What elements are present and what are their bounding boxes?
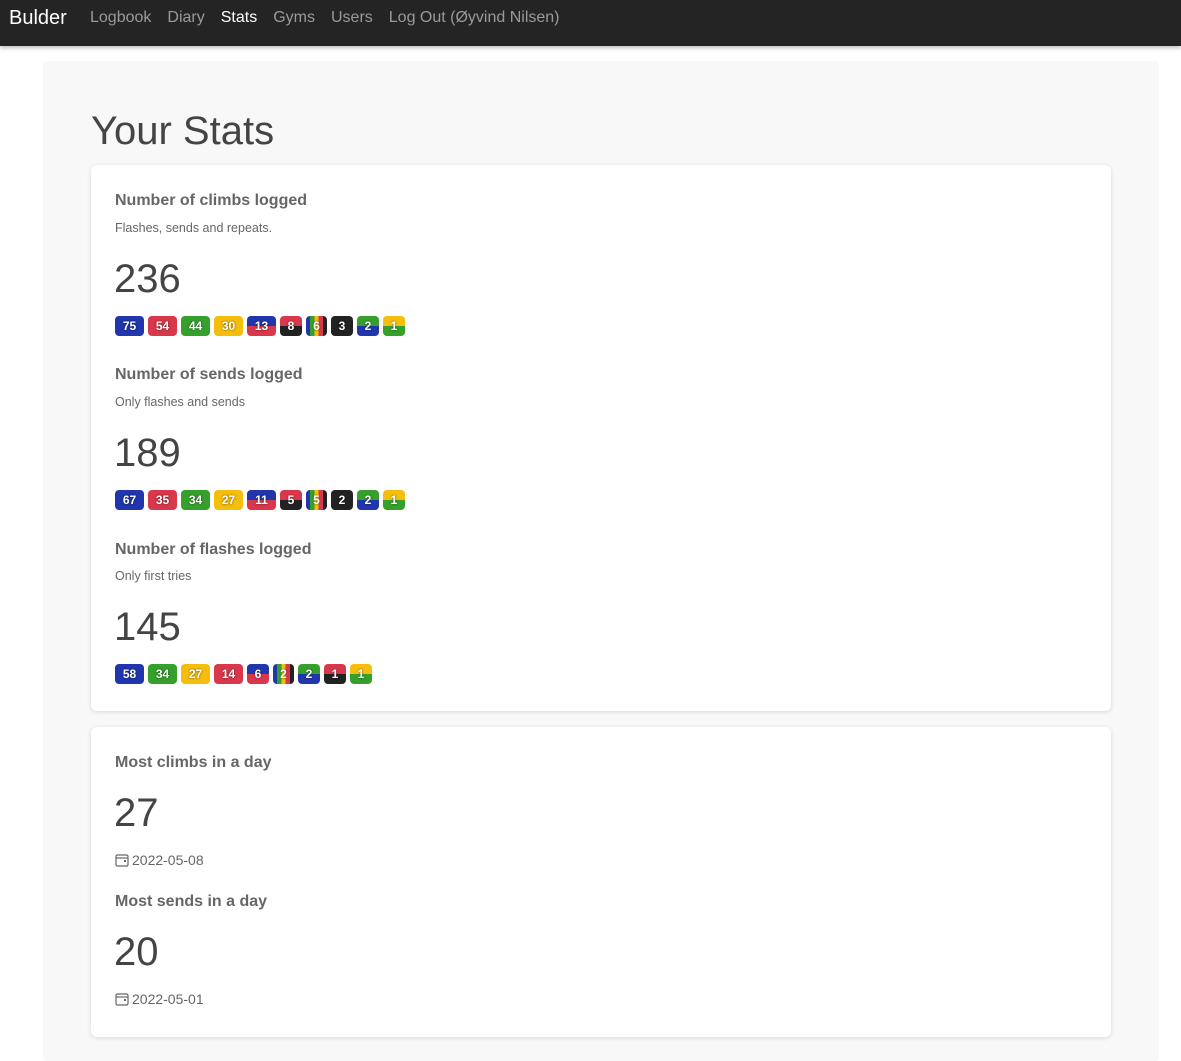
stat-description: Flashes, sends and repeats. — [115, 221, 273, 235]
calendar-icon — [115, 993, 129, 1006]
grade-badges: 58 34 27 14 6 2 2 1 1 — [115, 664, 372, 684]
grade-badge: 2 — [273, 664, 294, 684]
stat-description: Only first tries — [115, 569, 192, 583]
grade-badges: 75 54 44 30 13 8 6 3 2 1 — [115, 316, 405, 336]
record-date-text: 2022-05-08 — [132, 852, 204, 868]
grade-badge: 6 — [247, 664, 269, 684]
nav-link-users[interactable]: Users — [331, 9, 373, 27]
stat-label: Number of flashes logged — [115, 541, 312, 558]
record-value: 27 — [114, 791, 159, 835]
grade-badge: 35 — [148, 490, 177, 510]
top-navbar: Bulder Logbook Diary Stats Gyms Users Lo… — [0, 0, 1181, 46]
grade-badge: 2 — [298, 664, 320, 684]
stat-value: 145 — [114, 605, 181, 649]
record-label: Most climbs in a day — [115, 754, 272, 771]
nav-link-gyms[interactable]: Gyms — [273, 9, 315, 27]
record-value: 20 — [114, 930, 159, 974]
grade-badge: 13 — [247, 316, 276, 336]
grade-badge: 34 — [148, 664, 177, 684]
record-date: 2022-05-08 — [115, 852, 204, 868]
brand-link[interactable]: Bulder — [9, 7, 67, 30]
stat-value: 236 — [114, 257, 181, 301]
grade-badge: 5 — [306, 490, 327, 510]
grade-badge: 2 — [357, 316, 379, 336]
stat-description: Only flashes and sends — [115, 395, 245, 409]
stat-label: Number of sends logged — [115, 366, 303, 383]
records-card: Most climbs in a day 27 2022-05-08 Most … — [91, 727, 1111, 1037]
calendar-icon — [115, 854, 129, 867]
grade-badge: 58 — [115, 664, 144, 684]
grade-badge: 11 — [247, 490, 276, 510]
main-container: Your Stats Number of climbs logged Flash… — [43, 61, 1159, 1061]
nav-link-logbook[interactable]: Logbook — [90, 9, 151, 27]
grade-badge: 5 — [280, 490, 302, 510]
nav-link-stats[interactable]: Stats — [221, 9, 257, 27]
stat-label: Number of climbs logged — [115, 192, 308, 209]
stat-value: 189 — [114, 431, 181, 475]
grade-badge: 1 — [324, 664, 346, 684]
grade-badge: 2 — [357, 490, 379, 510]
record-date-text: 2022-05-01 — [132, 991, 204, 1007]
grade-badge: 30 — [214, 316, 243, 336]
grade-badge: 1 — [383, 316, 405, 336]
grade-badge: 27 — [181, 664, 210, 684]
nav-link-logout[interactable]: Log Out (Øyvind Nilsen) — [389, 9, 560, 27]
grade-badge: 6 — [306, 316, 327, 336]
grade-badge: 67 — [115, 490, 144, 510]
grade-badge: 44 — [181, 316, 210, 336]
grade-badge: 54 — [148, 316, 177, 336]
grade-badge: 8 — [280, 316, 302, 336]
grade-badge: 3 — [331, 316, 353, 336]
nav-link-diary[interactable]: Diary — [167, 9, 204, 27]
record-label: Most sends in a day — [115, 893, 268, 910]
counts-card: Number of climbs logged Flashes, sends a… — [91, 165, 1111, 711]
grade-badge: 75 — [115, 316, 144, 336]
page-title: Your Stats — [91, 109, 275, 153]
grade-badge: 27 — [214, 490, 243, 510]
grade-badge: 1 — [383, 490, 405, 510]
record-date: 2022-05-01 — [115, 991, 204, 1007]
grade-badge: 14 — [214, 664, 243, 684]
grade-badge: 1 — [350, 664, 372, 684]
grade-badge: 2 — [331, 490, 353, 510]
grade-badges: 67 35 34 27 11 5 5 2 2 1 — [115, 490, 405, 510]
grade-badge: 34 — [181, 490, 210, 510]
nav-links: Logbook Diary Stats Gyms Users Log Out (… — [90, 9, 560, 27]
